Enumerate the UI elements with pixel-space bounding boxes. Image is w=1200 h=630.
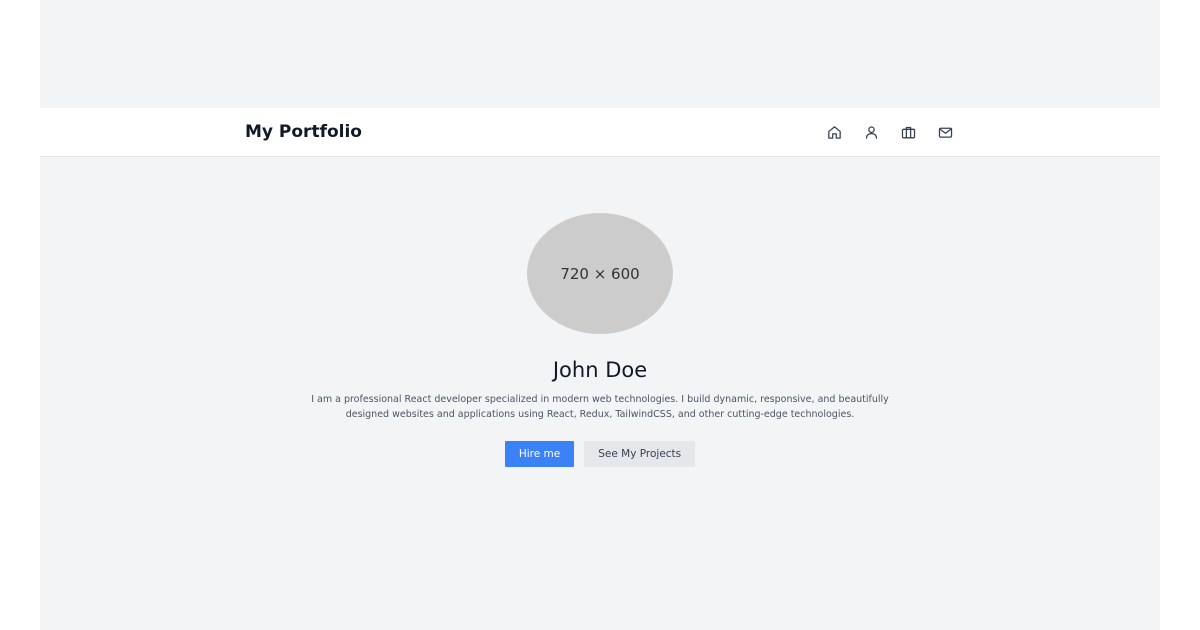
hero-section: 720 × 600 John Doe I am a professional R… — [40, 213, 1160, 467]
hero-actions: Hire me See My Projects — [40, 441, 1160, 467]
navbar: My Portfolio — [40, 108, 1160, 157]
see-projects-button[interactable]: See My Projects — [584, 441, 696, 467]
user-icon[interactable] — [863, 124, 880, 141]
page-frame: My Portfolio 720 × 600 John Doe I am a p… — [40, 0, 1160, 630]
brand-title[interactable]: My Portfolio — [245, 108, 362, 157]
hire-me-button[interactable]: Hire me — [504, 441, 575, 467]
nav-icons — [826, 124, 974, 141]
home-icon[interactable] — [826, 124, 843, 141]
briefcase-icon[interactable] — [900, 124, 917, 141]
avatar-placeholder-text: 720 × 600 — [560, 264, 640, 283]
profile-bio: I am a professional React developer spec… — [311, 394, 889, 420]
profile-name: John Doe — [552, 358, 648, 382]
mail-icon[interactable] — [937, 124, 954, 141]
avatar: 720 × 600 — [527, 213, 673, 334]
